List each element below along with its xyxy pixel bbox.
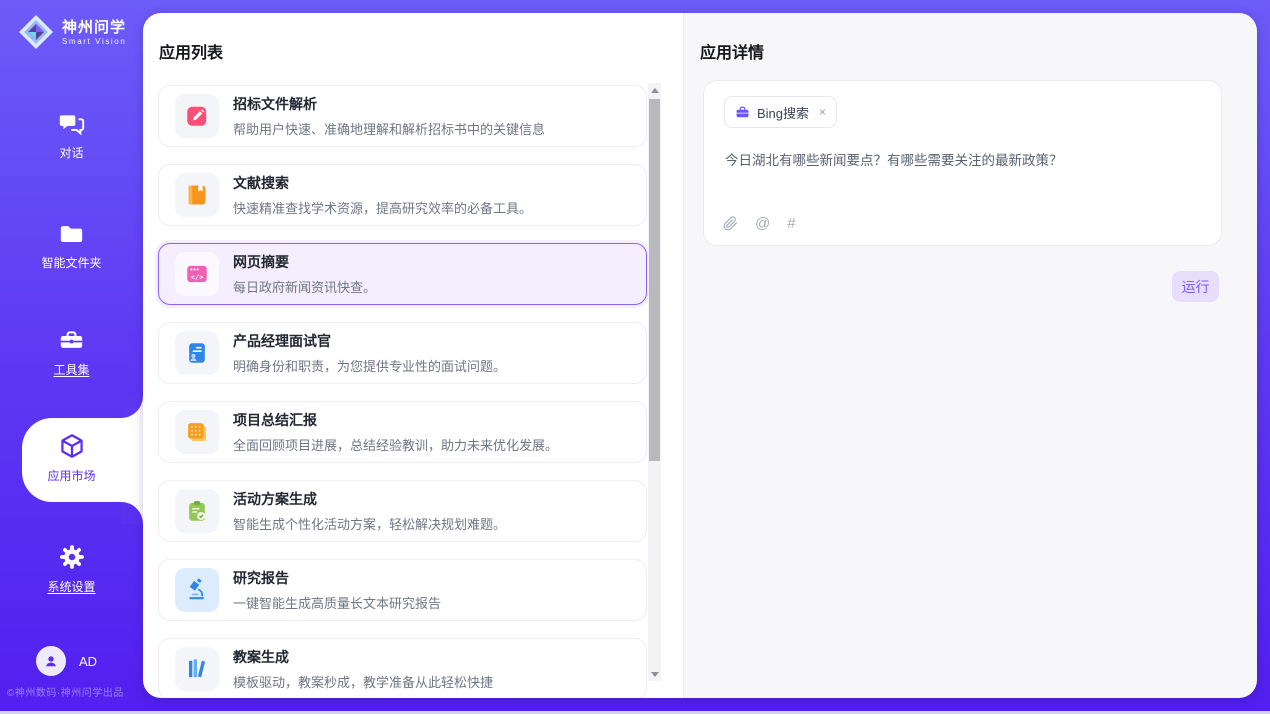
tool-chip-bing-search[interactable]: Bing搜索 × <box>724 96 837 128</box>
app-detail-title: 应用详情 <box>700 39 764 63</box>
books-icon <box>175 647 219 691</box>
app-list: 招标文件解析 帮助用户快速、准确地理解和解析招标书中的关键信息 文献搜索 快速精… <box>158 85 647 698</box>
book-icon <box>175 173 219 217</box>
app-desc: 帮助用户快速、准确地理解和解析招标书中的关键信息 <box>233 119 545 138</box>
app-card-research-report[interactable]: 研究报告 一键智能生成高质量长文本研究报告 <box>158 559 647 621</box>
tool-chip-label: Bing搜索 <box>757 103 809 122</box>
scroll-down-arrow[interactable] <box>648 668 661 680</box>
user-account[interactable]: AD <box>36 646 97 676</box>
tender-edit-icon <box>175 94 219 138</box>
sidebar-item-smart-folder[interactable]: 智能文件夹 <box>0 220 143 271</box>
document-person-icon <box>175 331 219 375</box>
microscope-icon <box>175 568 219 612</box>
app-list-title: 应用列表 <box>159 39 223 63</box>
sidebar-item-label: 系统设置 <box>47 578 95 595</box>
app-desc: 明确身份和职责，为您提供专业性的面试问题。 <box>233 356 506 375</box>
app-card-project-summary[interactable]: 项目总结汇报 全面回顾项目进展，总结经验教训，助力未来优化发展。 <box>158 401 647 463</box>
sidebar-item-label: 对话 <box>59 144 83 161</box>
app-desc: 快速精准查找学术资源，提高研究效率的必备工具。 <box>233 198 532 217</box>
scrollbar-thumb[interactable] <box>649 99 660 461</box>
diamond-logo-icon <box>16 12 56 52</box>
user-icon <box>42 652 60 670</box>
sidebar-item-label: 智能文件夹 <box>41 254 101 271</box>
app-desc: 一键智能生成高质量长文本研究报告 <box>233 593 441 612</box>
chip-close-icon[interactable]: × <box>819 105 826 119</box>
sidebar-item-toolset[interactable]: 工具集 <box>0 327 143 378</box>
webpage-code-icon: </> <box>175 252 219 296</box>
notch-curve-bottom <box>121 502 143 524</box>
app-card-lesson-plan[interactable]: 教案生成 模板驱动，教案秒成，教学准备从此轻松快捷 <box>158 638 647 698</box>
sidebar-item-chat[interactable]: 对话 <box>0 110 143 161</box>
sidebar-item-app-market[interactable]: 应用市场 <box>0 432 143 484</box>
app-name: 研究报告 <box>233 568 441 588</box>
sticky-notes-icon <box>175 410 219 454</box>
scroll-up-arrow[interactable] <box>648 84 661 96</box>
prompt-editor[interactable]: Bing搜索 × 今日湖北有哪些新闻要点？有哪些需要关注的最新政策？ @ # <box>703 80 1222 246</box>
gear-icon <box>58 543 86 571</box>
main-content: 应用列表 招标文件解析 帮助用户快速、准确地理解和解析招标书中的关键信息 <box>143 13 1257 698</box>
cube-icon <box>58 432 86 460</box>
app-name: 网页摘要 <box>233 252 376 272</box>
app-name: 教案生成 <box>233 647 493 667</box>
app-desc: 模板驱动，教案秒成，教学准备从此轻松快捷 <box>233 672 493 691</box>
app-list-panel: 应用列表 招标文件解析 帮助用户快速、准确地理解和解析招标书中的关键信息 <box>143 13 683 698</box>
user-initials: AD <box>79 654 97 669</box>
app-desc: 全面回顾项目进展，总结经验教训，助力未来优化发展。 <box>233 435 558 454</box>
logo-subtitle: Smart Vision <box>62 37 126 46</box>
toolbox-icon <box>58 327 85 354</box>
notch-curve-top <box>121 396 143 418</box>
avatar <box>36 646 66 676</box>
app-name: 招标文件解析 <box>233 94 545 114</box>
folder-icon <box>58 220 85 247</box>
app-desc: 智能生成个性化活动方案，轻松解决规划难题。 <box>233 514 506 533</box>
logo-title: 神州问学 <box>62 19 126 36</box>
sidebar-item-label: 工具集 <box>53 361 89 378</box>
app-card-literature-search[interactable]: 文献搜索 快速精准查找学术资源，提高研究效率的必备工具。 <box>158 164 647 226</box>
app-name: 产品经理面试官 <box>233 331 506 351</box>
app-desc: 每日政府新闻资讯快查。 <box>233 277 376 296</box>
svg-text:</>: </> <box>191 272 204 281</box>
chat-icon <box>58 110 85 137</box>
editor-toolbar: @ # <box>723 215 796 232</box>
copyright-note: ©神州数码·神州问学出品 <box>7 684 124 699</box>
sidebar-item-settings[interactable]: 系统设置 <box>0 543 143 595</box>
clipboard-check-icon <box>175 489 219 533</box>
briefcase-icon <box>735 105 750 120</box>
app-card-web-summary[interactable]: </> 网页摘要 每日政府新闻资讯快查。 <box>158 243 647 305</box>
app-card-tender-analysis[interactable]: 招标文件解析 帮助用户快速、准确地理解和解析招标书中的关键信息 <box>158 85 647 147</box>
sidebar: 神州问学 Smart Vision 对话 智能文件夹 工具集 <box>0 0 143 714</box>
query-text[interactable]: 今日湖北有哪些新闻要点？有哪些需要关注的最新政策？ <box>725 151 1201 170</box>
hash-icon[interactable]: # <box>787 215 795 232</box>
app-name: 文献搜索 <box>233 173 532 193</box>
app-name: 活动方案生成 <box>233 489 506 509</box>
app-logo: 神州问学 Smart Vision <box>16 12 126 52</box>
app-detail-panel: 应用详情 Bing搜索 × 今日湖北有哪些新闻要点？有哪些需要关注的最新政策？ <box>683 13 1257 698</box>
paperclip-icon[interactable] <box>723 215 738 232</box>
sidebar-item-label: 应用市场 <box>47 467 95 484</box>
app-card-pm-interviewer[interactable]: 产品经理面试官 明确身份和职责，为您提供专业性的面试问题。 <box>158 322 647 384</box>
app-name: 项目总结汇报 <box>233 410 558 430</box>
mention-icon[interactable]: @ <box>755 215 770 232</box>
run-button[interactable]: 运行 <box>1172 271 1219 302</box>
app-card-event-plan[interactable]: 活动方案生成 智能生成个性化活动方案，轻松解决规划难题。 <box>158 480 647 542</box>
list-scrollbar[interactable] <box>648 83 661 681</box>
